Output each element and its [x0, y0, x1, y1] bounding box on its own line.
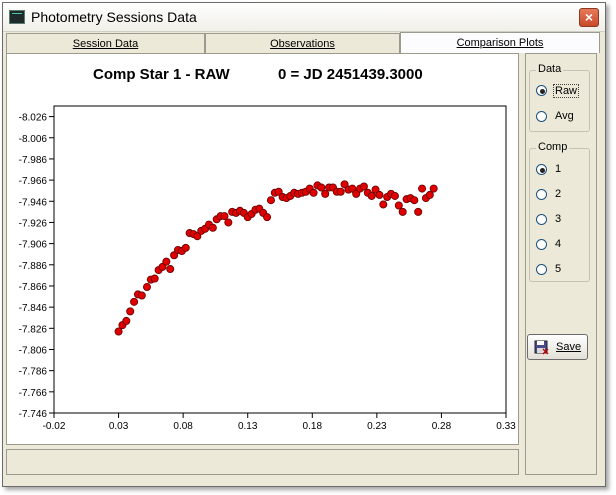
x-tick-label: 0.03: [109, 421, 129, 432]
tab-session-data[interactable]: Session Data: [6, 33, 205, 53]
data-point: [398, 207, 407, 216]
data-point: [429, 184, 438, 193]
x-tick-label: -0.02: [43, 421, 66, 432]
radio-comp-1-label: 1: [555, 163, 562, 175]
data-point: [220, 212, 229, 221]
data-point: [150, 274, 159, 283]
tab-comparison-plots[interactable]: Comparison Plots: [400, 32, 600, 53]
status-bar: [6, 449, 519, 475]
data-point: [414, 207, 423, 216]
data-point: [359, 182, 368, 191]
radio-circle: [536, 189, 547, 200]
data-groupbox: Data Raw Avg: [529, 63, 590, 132]
options-pane: Data Raw Avg Comp 1 2 3 4 5: [525, 53, 597, 475]
y-tick-label: -7.906: [19, 240, 48, 251]
data-point: [181, 243, 190, 252]
y-tick-label: -7.786: [19, 367, 48, 378]
data-point: [410, 196, 419, 205]
x-tick-label: 0.18: [303, 421, 323, 432]
plot-panel: Comp Star 1 - RAW 0 = JD 2451439.3000 -8…: [6, 53, 519, 445]
data-group-title: Data: [536, 63, 564, 75]
y-tick-label: -7.766: [19, 388, 48, 399]
plot-frame: [53, 105, 507, 414]
data-point: [126, 307, 135, 316]
radio-circle: [536, 164, 547, 175]
close-button[interactable]: ×: [579, 8, 599, 27]
data-point: [208, 223, 217, 232]
y-tick-label: -7.966: [19, 176, 48, 187]
tab-observations[interactable]: Observations: [205, 33, 400, 53]
comp-group-title: Comp: [536, 141, 570, 153]
data-point: [166, 265, 175, 274]
y-tick-label: -7.866: [19, 282, 48, 293]
tab-bar: Session Data Observations Comparison Plo…: [6, 32, 600, 53]
y-tick-label: -7.926: [19, 218, 48, 229]
data-point: [263, 213, 272, 222]
data-point: [375, 190, 384, 199]
x-tick-label: 0.23: [367, 421, 387, 432]
y-tick-label: -7.826: [19, 324, 48, 335]
data-point: [266, 196, 275, 205]
comp-star-chart: Comp Star 1 - RAW 0 = JD 2451439.3000 -8…: [19, 66, 517, 432]
chart-title: Comp Star 1 - RAW: [93, 66, 231, 83]
radio-comp-4-label: 4: [555, 238, 562, 250]
y-tick-label: -7.846: [19, 303, 48, 314]
data-point: [394, 201, 403, 210]
data-point: [425, 190, 434, 199]
radio-circle: [536, 214, 547, 225]
y-tick-label: -7.886: [19, 261, 48, 272]
data-point: [390, 191, 399, 200]
y-tick-label: -8.006: [19, 134, 48, 145]
y-tick-label: -7.986: [19, 155, 48, 166]
data-point: [321, 189, 330, 198]
data-point: [142, 283, 151, 292]
radio-circle: [536, 239, 547, 250]
radio-dot: [540, 168, 545, 173]
data-point: [114, 327, 123, 336]
data-point: [418, 184, 427, 193]
x-tick-label: 0.08: [173, 421, 193, 432]
x-tick-label: 0.33: [496, 421, 516, 432]
data-point: [122, 316, 131, 325]
app-icon: [9, 10, 25, 24]
save-button-label: Save: [556, 341, 582, 353]
radio-circle: [536, 111, 547, 122]
radio-circle: [536, 85, 547, 96]
data-point: [162, 257, 171, 266]
data-point: [224, 218, 233, 227]
x-tick-label: 0.28: [432, 421, 452, 432]
data-point: [379, 200, 388, 209]
window-title: Photometry Sessions Data: [31, 9, 197, 25]
data-point: [137, 291, 146, 300]
data-point: [367, 191, 376, 200]
chart-annotation: 0 = JD 2451439.3000: [278, 66, 423, 83]
y-tick-label: -8.026: [19, 113, 48, 124]
y-tick-label: -7.946: [19, 197, 48, 208]
floppy-disk-icon: [534, 340, 549, 355]
data-point: [336, 187, 345, 196]
radio-comp-2-label: 2: [555, 188, 562, 200]
comp-groupbox: Comp 1 2 3 4 5: [529, 141, 590, 282]
data-point: [309, 188, 318, 197]
radio-avg-label: Avg: [555, 110, 574, 122]
radio-raw-label: Raw: [553, 84, 580, 98]
radio-dot: [540, 89, 545, 94]
save-button[interactable]: Save: [527, 334, 588, 360]
y-tick-label: -7.746: [19, 409, 48, 420]
y-tick-label: -7.806: [19, 345, 48, 356]
data-point: [317, 183, 326, 192]
title-bar[interactable]: Photometry Sessions Data ×: [3, 3, 605, 32]
radio-comp-5-label: 5: [555, 263, 562, 275]
radio-circle: [536, 264, 547, 275]
x-tick-label: 0.13: [238, 421, 258, 432]
data-point: [130, 297, 139, 306]
radio-comp-3-label: 3: [555, 213, 562, 225]
